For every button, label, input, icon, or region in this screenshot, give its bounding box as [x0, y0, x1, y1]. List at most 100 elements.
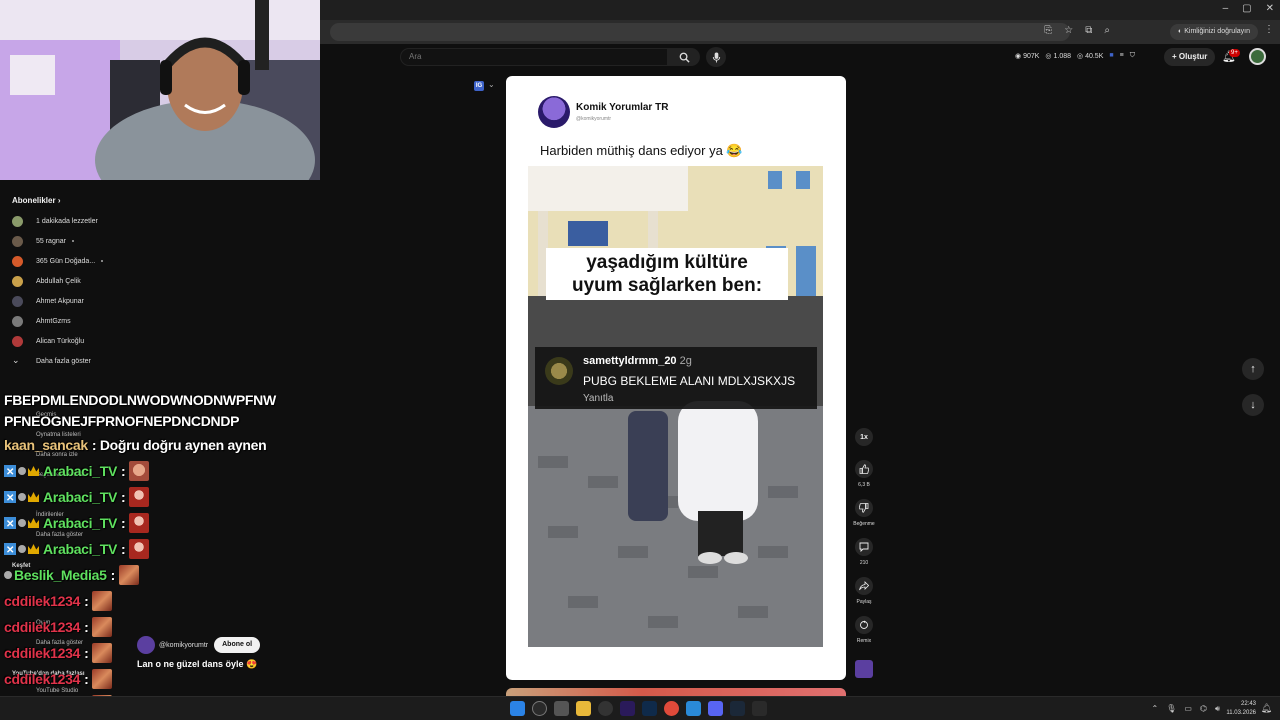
- discord-icon[interactable]: [708, 701, 723, 716]
- sidebar-subscription-item[interactable]: 1 dakikada lezzetler: [0, 211, 110, 231]
- channel-avatar: [12, 335, 23, 347]
- voice-search-button[interactable]: [706, 47, 726, 67]
- comment-time: 2g: [679, 355, 692, 367]
- speed-label: 1x: [860, 433, 868, 441]
- search-button[interactable]: [668, 48, 700, 66]
- close-window-button[interactable]: ✕: [1266, 3, 1274, 14]
- sidebar-subscription-item[interactable]: Alican Türkoğlu: [0, 331, 110, 351]
- speed-control[interactable]: 1x: [849, 428, 879, 446]
- sidebar-subscription-item[interactable]: Abdullah Çelik: [0, 271, 110, 291]
- user-avatar[interactable]: [1249, 48, 1266, 65]
- app-icon[interactable]: [686, 701, 701, 716]
- sidebar-subscription-item[interactable]: 365 Gün Doğada...: [0, 251, 110, 271]
- file-explorer-icon[interactable]: [576, 701, 591, 716]
- like-control[interactable]: 6,3 B: [849, 460, 879, 488]
- browser-titlebar: – ▢ ✕: [320, 0, 1280, 20]
- share-button[interactable]: [855, 577, 873, 595]
- chat-username: cddilek1234: [4, 592, 81, 609]
- sidebar-subscription-item[interactable]: Ahmet Akpunar: [0, 291, 110, 311]
- app-icon[interactable]: [752, 701, 767, 716]
- chevron-down-icon[interactable]: ⌄: [488, 80, 495, 89]
- comments-control[interactable]: 210: [849, 538, 879, 566]
- remix-control[interactable]: Remix: [849, 616, 879, 644]
- chat-emote: [129, 539, 150, 559]
- channel-handle[interactable]: @komikyorumtr: [159, 642, 208, 649]
- maximize-button[interactable]: ▢: [1242, 3, 1251, 14]
- remix-icon: [860, 620, 868, 629]
- chat-username: cddilek1234: [4, 644, 81, 661]
- bookmark-star-icon[interactable]: ☆: [1064, 25, 1073, 36]
- chat-message: :: [84, 644, 89, 661]
- chat-emote: [129, 487, 150, 507]
- channel-avatar[interactable]: [137, 636, 155, 654]
- extensions-icon[interactable]: ⧉: [1085, 25, 1092, 36]
- new-content-dot: [101, 260, 104, 262]
- tray-chevron-icon[interactable]: ⌃: [1152, 704, 1159, 714]
- taskbar-notification-icon[interactable]: 🔔︎: [1261, 703, 1272, 714]
- chat-line: kaan_sancak: Doğru doğru aynen aynen: [4, 432, 304, 458]
- tab-search-icon[interactable]: ⌕: [1104, 25, 1110, 36]
- subscriptions-header[interactable]: Abonelikler ›: [0, 190, 110, 211]
- steam-icon[interactable]: [730, 701, 745, 716]
- obs-icon[interactable]: [598, 701, 613, 716]
- chat-message: :: [121, 514, 126, 531]
- settings-badge-icon: [4, 571, 12, 579]
- comments-button[interactable]: [855, 538, 873, 556]
- next-short-button[interactable]: ↓: [1242, 394, 1264, 416]
- post-channel-avatar: [538, 96, 570, 128]
- channel-stats: ◉ 907K ◎ 1.088 ◎ 40.5K ■ ≡ ⛉: [1015, 52, 1135, 60]
- search-placeholder: Ara: [409, 52, 422, 61]
- commenter-username: samettyldrmm_20: [583, 355, 677, 367]
- clock-date: 11.03.2026: [1226, 710, 1256, 716]
- premiere-icon[interactable]: [620, 701, 635, 716]
- mic-tray-icon[interactable]: 🎙︎: [1166, 704, 1176, 714]
- photoshop-icon[interactable]: [642, 701, 657, 716]
- system-clock[interactable]: 22:43 11.03.2026: [1226, 700, 1256, 718]
- sound-channel-thumbnail[interactable]: [855, 660, 873, 678]
- chat-message: :: [84, 670, 89, 687]
- dislike-control[interactable]: Beğenme: [849, 499, 879, 527]
- speed-button[interactable]: 1x: [855, 428, 873, 446]
- minimize-button[interactable]: –: [1223, 3, 1229, 14]
- search-input[interactable]: Ara: [400, 48, 668, 66]
- browser-menu-icon[interactable]: ⋮: [1264, 24, 1274, 35]
- taskbar-search-icon[interactable]: [532, 701, 547, 716]
- like-button[interactable]: [855, 460, 873, 478]
- chrome-icon[interactable]: [664, 701, 679, 716]
- meme-line-2: uyum sağlarken ben:: [571, 275, 763, 296]
- url-field[interactable]: [330, 23, 1070, 41]
- install-icon[interactable]: ⎘: [1044, 25, 1052, 36]
- channel-avatar: [12, 315, 23, 327]
- display-icon[interactable]: ▭: [1184, 704, 1192, 714]
- share-control[interactable]: Paylaş: [849, 577, 879, 605]
- windows-start-icon[interactable]: [510, 701, 525, 716]
- instagram-badge-icon[interactable]: IG: [474, 81, 484, 91]
- webcam-overlay: [0, 0, 320, 180]
- cast-icon[interactable]: ⛉: [1130, 52, 1135, 60]
- sidebar: Abonelikler › 1 dakikada lezzetler 55 rag…: [0, 190, 110, 371]
- meme-line-1: yaşadığım kültüre: [586, 252, 748, 273]
- settings-badge-icon: [18, 467, 26, 475]
- network-icon[interactable]: ⌬: [1200, 704, 1207, 714]
- dislike-button[interactable]: [855, 499, 873, 517]
- subs-stat: ◉ 907K: [1015, 53, 1040, 60]
- list-icon[interactable]: ≡: [1120, 52, 1124, 60]
- short-video-card[interactable]: Komik Yorumlar TR @komikyorumtr Harbiden…: [506, 76, 846, 680]
- verify-identity-button[interactable]: ◐ Kimliğinizi doğrulayın: [1170, 24, 1258, 40]
- window-controls: – ▢ ✕: [1223, 3, 1274, 14]
- subscribe-button[interactable]: Abone ol: [214, 637, 261, 653]
- task-view-icon[interactable]: [554, 701, 569, 716]
- extension-icon[interactable]: ■: [1109, 52, 1113, 60]
- sidebar-subscription-item[interactable]: AhmtGzms: [0, 311, 110, 331]
- chat-message: :: [121, 488, 126, 505]
- channel-avatar: [12, 275, 23, 287]
- sidebar-subscription-item[interactable]: ⌄ Daha fazla göster: [0, 351, 110, 371]
- create-button[interactable]: + Oluştur: [1164, 48, 1216, 66]
- notifications-badge: 9+: [1229, 49, 1240, 57]
- comment-count: 210: [859, 560, 869, 566]
- remix-button[interactable]: [855, 616, 873, 634]
- shorts-caption: Lan o ne güzel dans öyle 😍: [137, 659, 257, 670]
- volume-icon[interactable]: 🔊︎: [1215, 704, 1220, 714]
- previous-short-button[interactable]: ↑: [1242, 358, 1264, 380]
- sidebar-subscription-item[interactable]: 55 ragnar: [0, 231, 110, 251]
